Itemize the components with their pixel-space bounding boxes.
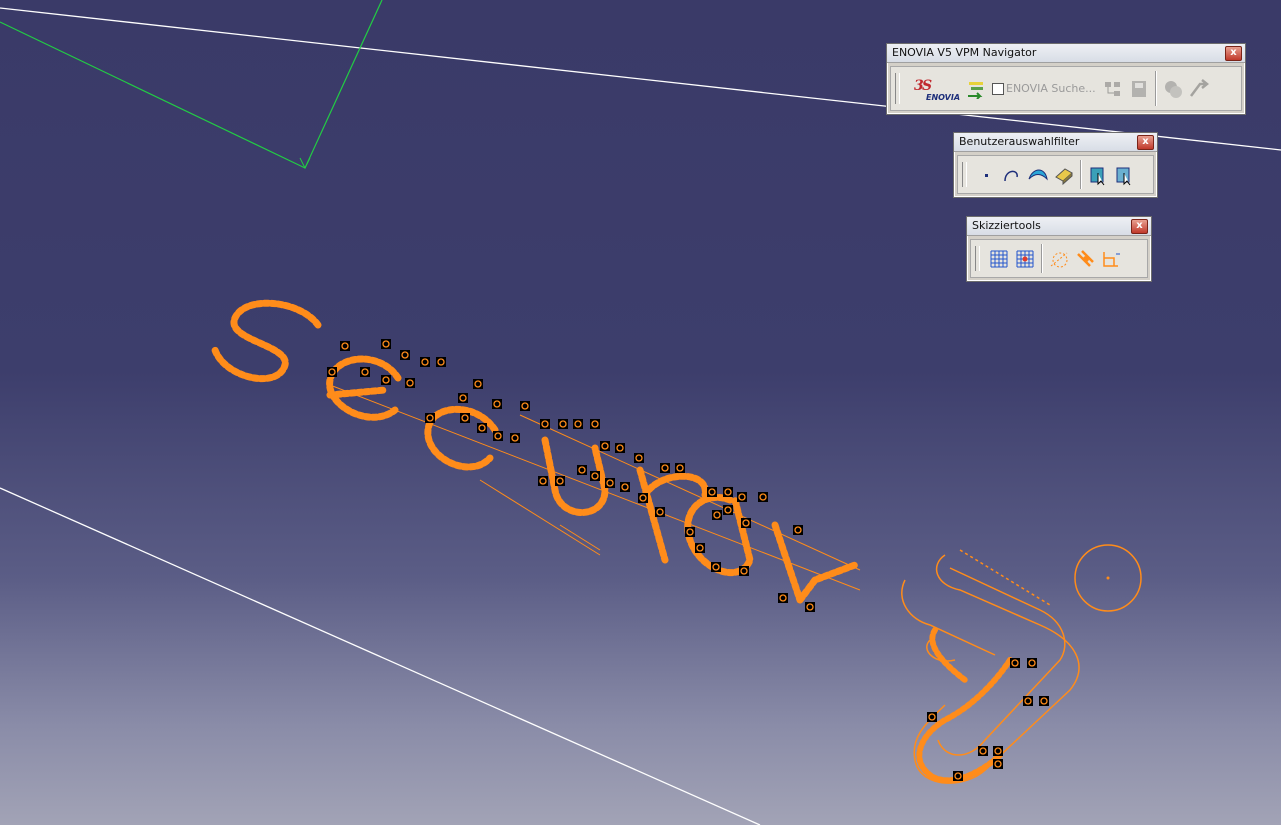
volume-filter-icon[interactable] [1051,162,1077,188]
toolbar-title-text: Skizziertools [972,219,1041,232]
toolbar-separator [1041,243,1043,274]
dimensional-constraint-icon[interactable] [1098,246,1124,272]
sketch-swoosh[interactable] [901,549,1080,784]
circle-center [1106,576,1110,580]
point-filter-icon[interactable] [973,162,999,188]
toolbar-title[interactable]: Benutzerauswahlfilter x [954,133,1157,152]
toolbar-grip[interactable] [975,245,980,272]
toolbar-body [957,155,1154,194]
axis-line [0,0,383,169]
sketch-tools-toolbar[interactable]: Skizziertools x [966,216,1152,282]
3d-viewport[interactable] [0,0,1281,825]
geometric-constraint-icon[interactable] [1072,246,1098,272]
snap-grid-icon[interactable] [1012,246,1038,272]
search-checkbox[interactable] [992,82,1004,95]
close-button[interactable]: x [1137,135,1154,150]
enovia-navigator-toolbar[interactable]: ENOVIA V5 VPM Navigator x 3 S ENOVIA ENO… [886,43,1246,115]
sketch-swoosh-bold [916,627,1013,784]
toolbar-title[interactable]: Skizziertools x [967,217,1151,236]
sketch-text[interactable] [211,299,859,604]
enovia-search-label[interactable]: ENOVIA Suche... [1006,82,1096,95]
toolbar-body: 3 S ENOVIA ENOVIA Suche... [890,66,1242,111]
navigator-arrow-icon[interactable] [964,76,990,102]
toolbar-body [970,239,1148,278]
close-button[interactable]: x [1131,219,1148,234]
toolbar-grip[interactable] [895,73,900,104]
grid-icon[interactable] [986,246,1012,272]
close-button[interactable]: x [1225,46,1242,61]
surface-filter-icon[interactable] [1025,162,1051,188]
save-icon[interactable] [1126,76,1152,102]
construction-line-bottom [0,487,761,825]
sync-icon[interactable] [1160,76,1186,102]
ds-enovia-logo-icon[interactable]: 3 S ENOVIA [906,76,964,102]
toolbar-title[interactable]: ENOVIA V5 VPM Navigator x [887,44,1245,63]
curve-filter-icon[interactable] [999,162,1025,188]
svg-text:S: S [922,78,932,94]
svg-text:ENOVIA: ENOVIA [926,93,960,102]
toolbar-separator [1080,159,1082,190]
selection-filter-icon[interactable] [1111,162,1137,188]
construction-icon[interactable] [1046,246,1072,272]
feature-filter-icon[interactable] [1085,162,1111,188]
dimension-lines [329,384,861,591]
letter-s [211,299,322,383]
selection-filter-toolbar[interactable]: Benutzerauswahlfilter x [953,132,1158,198]
tree-icon[interactable] [1100,76,1126,102]
toolbar-title-text: Benutzerauswahlfilter [959,135,1080,148]
toolbar-grip[interactable] [962,161,967,188]
refresh-icon[interactable] [1186,76,1212,102]
toolbar-separator [1154,71,1157,106]
constraint-markers [327,339,1049,781]
toolbar-title-text: ENOVIA V5 VPM Navigator [892,46,1037,59]
